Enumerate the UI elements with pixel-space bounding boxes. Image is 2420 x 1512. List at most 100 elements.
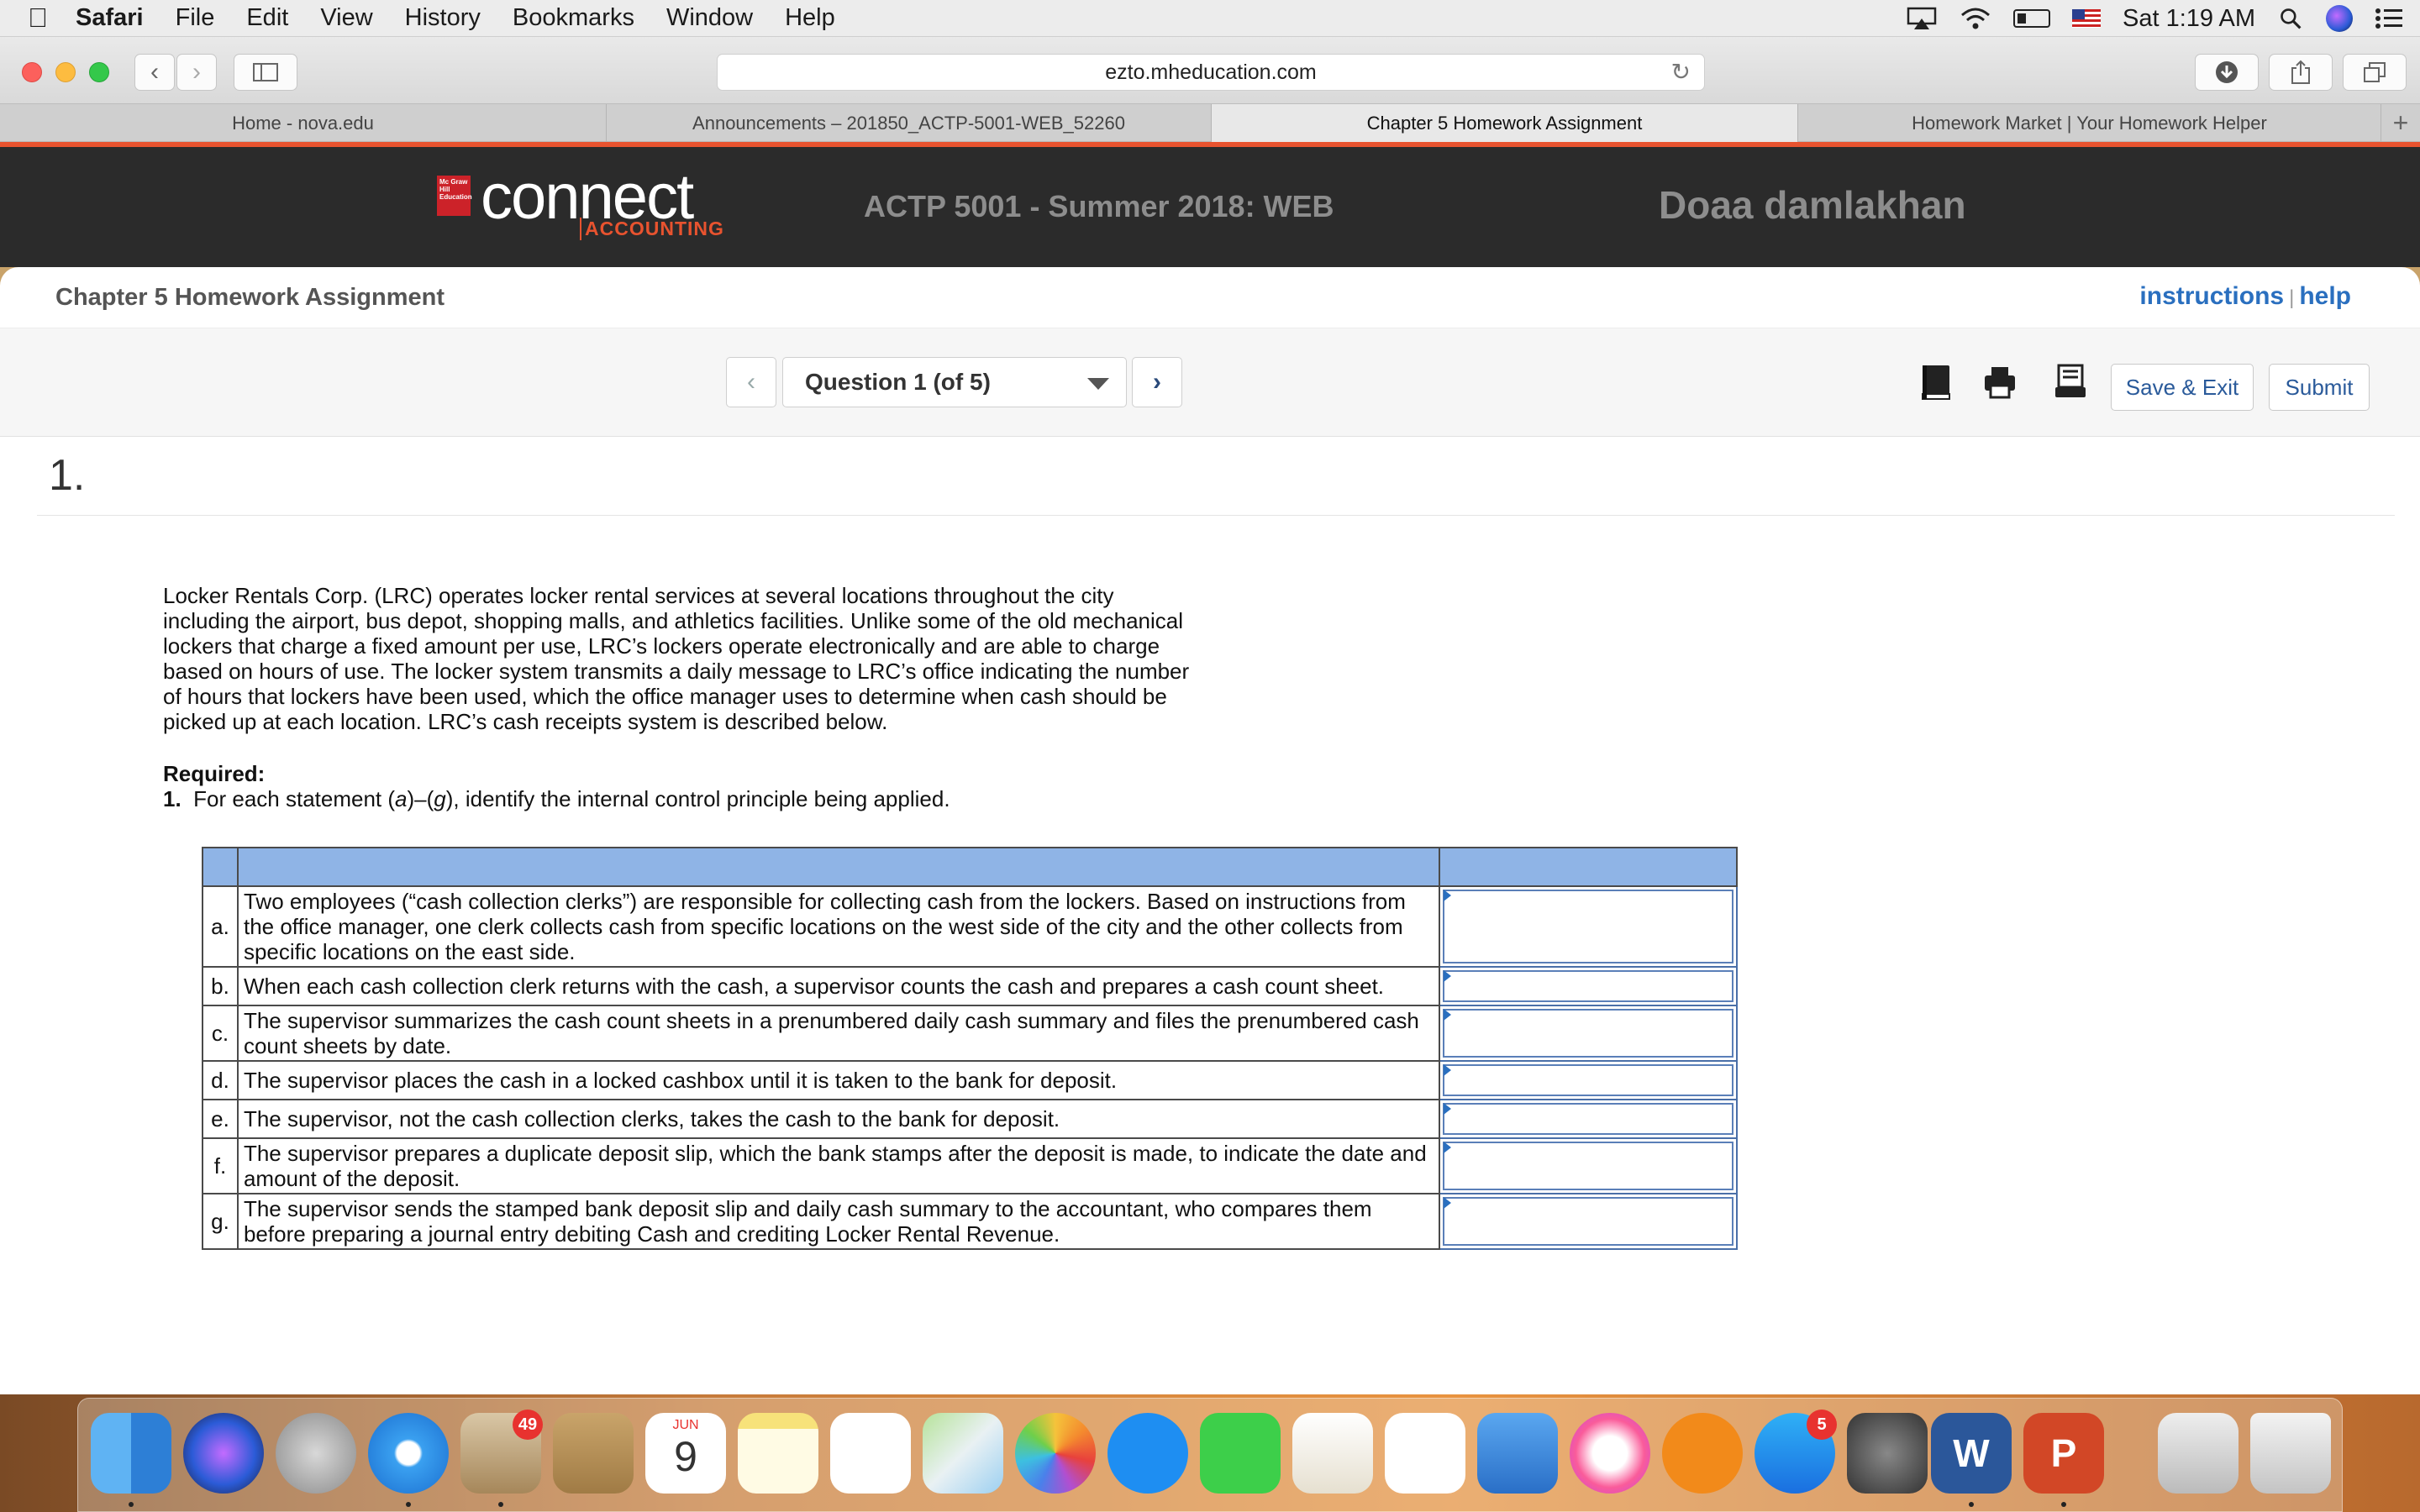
menu-help[interactable]: Help [785, 4, 835, 32]
system-preferences-icon[interactable] [1847, 1413, 1928, 1494]
dropdown-indicator-icon [1444, 1064, 1452, 1076]
maps-icon[interactable] [923, 1413, 1003, 1494]
calendar-icon[interactable]: JUN 9 [645, 1413, 726, 1494]
references-icon[interactable] [2054, 364, 2087, 401]
link-separator: | [2289, 286, 2295, 309]
finder-icon[interactable] [91, 1413, 171, 1494]
us-flag-icon[interactable] [2072, 9, 2101, 28]
table-row: c. The supervisor summarizes the cash co… [202, 1005, 1738, 1062]
required-text-pre: For each statement ( [193, 786, 396, 811]
minimize-window-button[interactable] [55, 62, 76, 82]
menu-bookmarks[interactable]: Bookmarks [513, 4, 634, 32]
airplay-icon[interactable] [1906, 7, 1938, 30]
question-navbar: ‹ Question 1 (of 5) › Save & Exit Submit [0, 328, 2420, 437]
notification-center-icon[interactable] [2375, 7, 2403, 30]
menu-file[interactable]: File [176, 4, 215, 32]
contacts-icon[interactable] [553, 1413, 634, 1494]
mcgraw-hill-logo: Mc Graw Hill Education [437, 176, 472, 216]
menu-view[interactable]: View [320, 4, 372, 32]
powerpoint-icon[interactable]: P [2023, 1413, 2104, 1494]
reminders-icon[interactable] [830, 1413, 911, 1494]
facetime-icon[interactable] [1200, 1413, 1281, 1494]
running-indicator [2061, 1502, 2066, 1507]
trash-icon[interactable] [2250, 1413, 2331, 1494]
documents-stack-icon[interactable] [2158, 1413, 2238, 1494]
row-letter: e. [202, 1099, 239, 1139]
required-g: g [434, 786, 446, 811]
downloads-button[interactable] [2195, 54, 2259, 91]
menu-history[interactable]: History [405, 4, 481, 32]
menubar-clock[interactable]: Sat 1:19 AM [2123, 5, 2255, 33]
ibooks-icon[interactable] [1662, 1413, 1743, 1494]
answer-dropdown[interactable] [1439, 1005, 1738, 1062]
question-body: Locker Rentals Corp. (LRC) operates lock… [163, 583, 1190, 734]
submit-button[interactable]: Submit [2269, 364, 2370, 411]
answer-dropdown[interactable] [1439, 1099, 1738, 1139]
wifi-icon[interactable] [1960, 7, 1991, 30]
new-tab-button[interactable]: + [2381, 104, 2420, 141]
keynote-icon[interactable] [1477, 1413, 1558, 1494]
chevron-left-icon: ‹ [150, 58, 159, 86]
row-statement: The supervisor prepares a duplicate depo… [236, 1137, 1441, 1194]
answer-dropdown[interactable] [1439, 1193, 1738, 1250]
answer-dropdown[interactable] [1439, 885, 1738, 968]
photos-icon[interactable] [1015, 1413, 1096, 1494]
required-number: 1. [163, 786, 182, 811]
launchpad-icon[interactable] [276, 1413, 356, 1494]
numbers-icon[interactable] [1385, 1413, 1465, 1494]
chevron-down-icon [1087, 378, 1109, 390]
close-window-button[interactable] [22, 62, 42, 82]
apple-menu-icon[interactable]:  [0, 3, 76, 34]
question-select[interactable]: Question 1 (of 5) [782, 357, 1127, 407]
word-letter: W [1953, 1431, 1990, 1475]
spotlight-icon[interactable] [2277, 7, 2304, 30]
next-question-button[interactable]: › [1132, 357, 1182, 407]
table-header-row [202, 847, 1738, 887]
address-bar[interactable]: ezto.mheducation.com ↻ [717, 54, 1705, 91]
reload-icon[interactable]: ↻ [1671, 55, 1691, 90]
tab-nova[interactable]: Home - nova.edu [0, 104, 607, 142]
zoom-window-button[interactable] [89, 62, 109, 82]
mail-badge: 49 [513, 1410, 543, 1440]
table-header-cell [236, 847, 1441, 887]
battery-icon[interactable] [2013, 9, 2050, 28]
answer-dropdown[interactable] [1439, 1060, 1738, 1100]
messages-icon[interactable] [1107, 1413, 1188, 1494]
notes-icon[interactable] [738, 1413, 818, 1494]
chevron-left-icon: ‹ [747, 368, 755, 396]
menu-edit[interactable]: Edit [246, 4, 288, 32]
row-letter: g. [202, 1193, 239, 1250]
ebook-icon[interactable] [1919, 364, 1953, 401]
required-instruction: 1. For each statement (a)–(g), identify … [163, 786, 950, 811]
tab-homework-market[interactable]: Homework Market | Your Homework Helper [1798, 104, 2381, 142]
share-icon [2291, 60, 2310, 84]
word-icon[interactable]: W [1931, 1413, 2012, 1494]
prev-question-button[interactable]: ‹ [726, 357, 776, 407]
tab-chapter5[interactable]: Chapter 5 Homework Assignment [1212, 104, 1798, 142]
save-exit-button[interactable]: Save & Exit [2111, 364, 2254, 411]
safari-compass-icon[interactable] [368, 1413, 449, 1494]
question-number: 1. [49, 451, 86, 500]
tab-overview-button[interactable] [2343, 54, 2407, 91]
forward-button[interactable]: › [176, 54, 217, 91]
sidebar-toggle-button[interactable] [234, 54, 297, 91]
help-link[interactable]: help [2299, 282, 2351, 310]
menu-window[interactable]: Window [666, 4, 753, 32]
row-statement: The supervisor, not the cash collection … [236, 1099, 1441, 1139]
calendar-month: JUN [672, 1418, 699, 1432]
instructions-link[interactable]: instructions [2139, 282, 2284, 310]
menu-safari[interactable]: Safari [76, 4, 144, 32]
print-icon[interactable] [1983, 364, 2017, 401]
answer-dropdown[interactable] [1439, 1137, 1738, 1194]
running-indicator [406, 1502, 411, 1507]
tab-announcements[interactable]: Announcements – 201850_ACTP-5001-WEB_522… [607, 104, 1212, 142]
back-button[interactable]: ‹ [134, 54, 175, 91]
itunes-icon[interactable] [1570, 1413, 1650, 1494]
answer-dropdown[interactable] [1439, 966, 1738, 1006]
powerpoint-letter: P [2050, 1431, 2077, 1475]
main-content: Chapter 5 Homework Assignment instructio… [0, 267, 2420, 1394]
pages-icon[interactable] [1292, 1413, 1373, 1494]
share-button[interactable] [2269, 54, 2333, 91]
siri-dock-icon[interactable] [183, 1413, 264, 1494]
siri-icon[interactable] [2326, 5, 2353, 32]
